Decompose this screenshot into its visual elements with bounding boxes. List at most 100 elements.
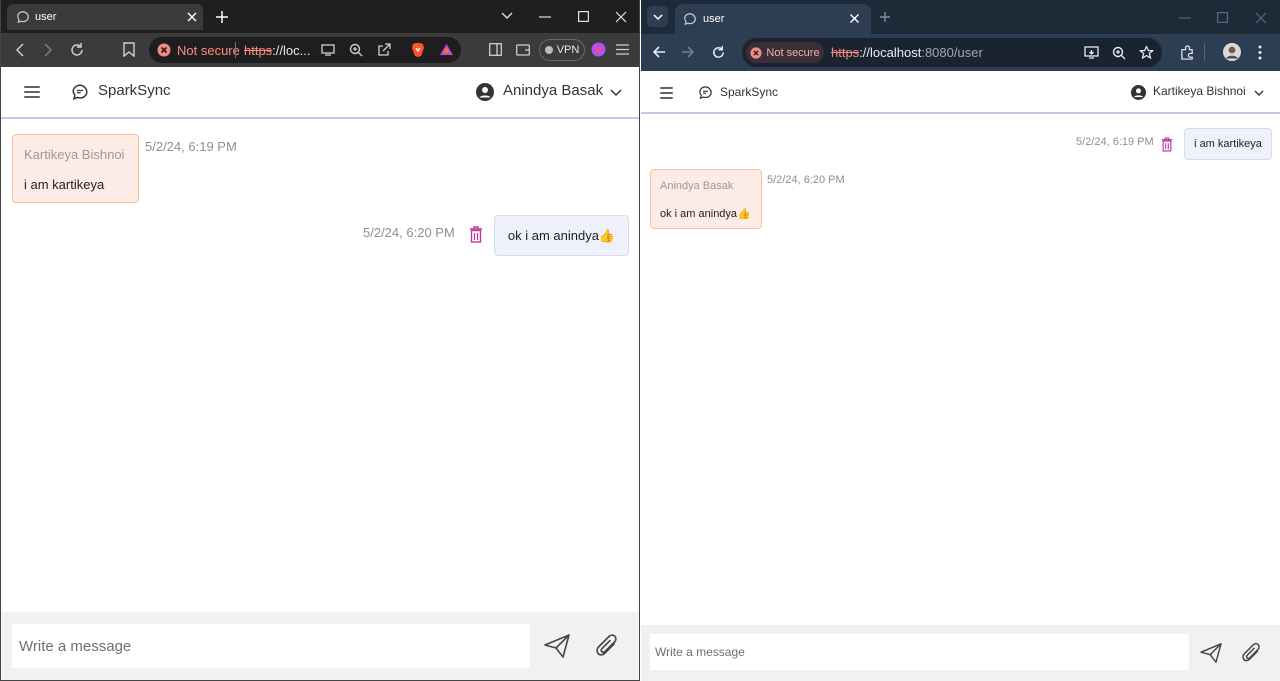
message-text: ok i am anindya👍 xyxy=(507,227,616,243)
tab-title: user xyxy=(35,11,57,23)
chevron-down-icon[interactable] xyxy=(610,89,622,97)
sidebar-icon[interactable] xyxy=(489,43,502,56)
sent-message: i am kartikeya xyxy=(1184,128,1272,160)
sender-name: Anindya Basak xyxy=(660,180,734,192)
reload-icon[interactable] xyxy=(711,45,726,60)
bookmark-icon[interactable] xyxy=(123,42,135,57)
chat-bubble-icon xyxy=(71,83,89,101)
message-timestamp: 5/2/24, 6:20 PM xyxy=(363,225,455,240)
close-icon[interactable] xyxy=(849,13,860,24)
brand-name: SparkSync xyxy=(98,82,171,99)
warning-icon xyxy=(157,43,171,57)
received-message: Kartikeya Bishnoi i am kartikeya xyxy=(12,134,139,203)
user-name[interactable]: Kartikeya Bishnoi xyxy=(1153,84,1246,98)
user-name[interactable]: Anindya Basak xyxy=(503,82,603,99)
browser-tab[interactable]: user xyxy=(675,4,871,34)
trash-icon[interactable] xyxy=(1161,137,1173,152)
chat-bubble-icon xyxy=(698,85,713,100)
not-secure-label: Not secure xyxy=(177,43,240,58)
message-composer xyxy=(641,625,1280,681)
profile-avatar-icon[interactable] xyxy=(1223,43,1241,61)
hamburger-icon[interactable] xyxy=(24,83,40,101)
plus-icon[interactable] xyxy=(215,10,229,24)
not-secure-label: Not secure xyxy=(766,46,820,59)
close-icon[interactable] xyxy=(615,11,627,23)
zoom-icon[interactable] xyxy=(349,43,363,57)
star-icon[interactable] xyxy=(1139,45,1154,60)
message-text: i am kartikeya xyxy=(1194,138,1262,150)
forward-icon[interactable] xyxy=(43,43,53,57)
received-message: Anindya Basak ok i am anindya👍 xyxy=(650,169,762,229)
message-list: Kartikeya Bishnoi i am kartikeya 5/2/24,… xyxy=(1,121,639,612)
back-icon[interactable] xyxy=(15,43,25,57)
zoom-icon[interactable] xyxy=(1112,46,1126,60)
send-icon[interactable] xyxy=(544,634,570,658)
app-header: SparkSync Anindya Basak xyxy=(1,67,639,119)
reload-icon[interactable] xyxy=(69,42,85,58)
close-icon[interactable] xyxy=(186,11,198,23)
message-text: ok i am anindya👍 xyxy=(660,208,751,220)
brave-lion-icon[interactable] xyxy=(411,42,425,58)
address-bar[interactable]: Not secure https://localhost:8080/user xyxy=(742,38,1162,67)
cast-icon[interactable] xyxy=(1084,46,1099,59)
message-composer xyxy=(1,612,639,680)
tab-strip: user xyxy=(641,0,1280,34)
sent-message: ok i am anindya👍 xyxy=(494,215,629,256)
back-icon[interactable] xyxy=(652,45,666,59)
tab-title: user xyxy=(703,13,725,25)
trash-icon[interactable] xyxy=(469,226,483,243)
account-circle-icon xyxy=(1131,85,1146,100)
share-icon[interactable] xyxy=(377,43,391,57)
plus-icon[interactable] xyxy=(879,11,891,23)
url-path: :8080/user xyxy=(921,45,983,60)
security-chip[interactable]: Not secure xyxy=(746,42,824,63)
url-scheme: https xyxy=(244,43,273,58)
chevron-down-icon[interactable] xyxy=(501,12,513,20)
rewards-triangle-icon[interactable] xyxy=(439,43,454,56)
vpn-status-icon xyxy=(544,46,553,54)
chat-bubble-icon xyxy=(16,10,30,24)
kebab-menu-icon[interactable] xyxy=(1258,45,1262,60)
address-bar[interactable]: Not secure https://loc... xyxy=(149,37,461,63)
browser-tab[interactable]: user xyxy=(7,4,203,30)
message-text: i am kartikeya xyxy=(24,177,105,192)
send-icon[interactable] xyxy=(1200,643,1222,663)
brand-name: SparkSync xyxy=(720,85,779,99)
menu-icon[interactable] xyxy=(616,44,629,55)
sender-name: Kartikeya Bishnoi xyxy=(24,147,125,162)
chevron-down-icon[interactable] xyxy=(647,6,668,27)
url-host: ://localhost xyxy=(859,45,922,60)
paperclip-icon[interactable] xyxy=(1241,641,1262,665)
url-host: ://loc... xyxy=(272,43,311,58)
chevron-down-icon[interactable] xyxy=(1254,90,1264,97)
brave-browser-window: user Not secure https://loc... VPN Spark… xyxy=(0,0,640,681)
minimize-icon[interactable] xyxy=(539,16,551,18)
message-input[interactable] xyxy=(12,624,530,668)
maximize-icon[interactable] xyxy=(578,11,589,22)
message-input[interactable] xyxy=(650,634,1189,670)
extensions-icon[interactable] xyxy=(1180,45,1195,60)
close-icon[interactable] xyxy=(1255,12,1267,24)
message-timestamp: 5/2/24, 6:20 PM xyxy=(767,174,845,186)
hamburger-icon[interactable] xyxy=(660,84,673,102)
message-list: 5/2/24, 6:19 PM i am kartikeya Anindya B… xyxy=(641,116,1280,625)
divider xyxy=(1204,43,1205,61)
cast-icon[interactable] xyxy=(321,44,335,56)
message-timestamp: 5/2/24, 6:19 PM xyxy=(145,139,237,154)
chat-bubble-icon xyxy=(683,12,697,26)
url-text: https://localhost:8080/user xyxy=(831,45,983,60)
vpn-button[interactable]: VPN xyxy=(539,39,585,61)
account-circle-icon xyxy=(476,83,494,101)
wallet-icon[interactable] xyxy=(516,43,530,56)
leo-ai-icon[interactable] xyxy=(591,42,606,57)
tab-strip: user xyxy=(1,0,639,33)
maximize-icon[interactable] xyxy=(1217,12,1228,23)
vpn-label: VPN xyxy=(556,44,580,56)
minimize-icon[interactable] xyxy=(1179,17,1191,19)
url-text: https://loc... xyxy=(244,43,310,58)
desktop-screen: user Not secure https://loc... VPN Spark… xyxy=(0,0,1280,681)
divider xyxy=(235,42,236,58)
paperclip-icon[interactable] xyxy=(595,632,619,660)
forward-icon[interactable] xyxy=(681,45,695,59)
warning-icon xyxy=(750,46,762,59)
